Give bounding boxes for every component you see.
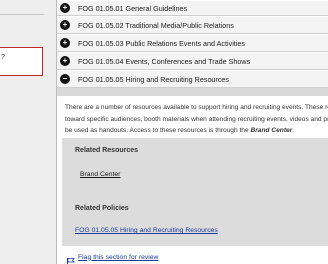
body-text: be used as handouts. Access to these res… [65,127,251,134]
flag-section-label: Flag this section for review [78,253,159,261]
accordion: + FOG 01.05.01 General Guidelines + FOG … [57,0,328,88]
section-body-text: There are a number of resources availabl… [65,102,328,137]
flag-icon [67,253,75,264]
plus-icon: + [60,38,70,48]
sidebar-selected-item[interactable]: ? [0,47,43,76]
plus-icon: + [60,20,70,30]
accordion-item-label: FOG 01.05.01 General Guidelines [78,3,188,13]
accordion-item-pr-events[interactable]: + FOG 01.05.03 Public Relations Events a… [57,34,328,52]
sidebar-item-label: ? [1,54,5,61]
policy-link[interactable]: FOG 01.05.05 Hiring and Recruiting Resou… [75,227,218,234]
body-line: toward specific audiences, booth materia… [65,115,328,123]
accordion-item-label: FOG 01.05.05 Hiring and Recruiting Resou… [78,74,230,84]
related-resources-heading: Related Resources [75,147,139,154]
flag-section-button[interactable]: Flag this section for review [67,253,159,264]
brand-center-emphasis: Brand Center [250,127,293,134]
body-line: be used as handouts. Access to these res… [65,125,328,137]
body-text: . [292,127,295,134]
accordion-item-label: FOG 01.05.03 Public Relations Events and… [78,38,245,48]
accordion-item-general-guidelines[interactable]: + FOG 01.05.01 General Guidelines [57,0,328,16]
sidebar-divider [0,14,44,15]
accordion-item-traditional-media[interactable]: + FOG 01.05.02 Traditional Media/Public … [57,16,328,34]
minus-icon: − [60,74,70,84]
plus-icon: + [60,3,70,13]
body-line: There are a number of resources availabl… [65,104,328,111]
accordion-item-events-trade-shows[interactable]: + FOG 01.05.04 Events, Conferences and T… [57,52,328,70]
brand-center-link[interactable]: Brand Center [80,171,120,178]
sidebar: ? [0,0,56,264]
accordion-item-label: FOG 01.05.02 Traditional Media/Public Re… [78,20,234,30]
related-panel: Related Resources Brand Center Related P… [62,138,328,246]
plus-icon: + [60,56,70,66]
accordion-item-label: FOG 01.05.04 Events, Conferences and Tra… [78,56,251,66]
related-policies-heading: Related Policies [75,205,129,212]
page: ? + FOG 01.05.01 General Guidelines + FO… [0,0,328,264]
accordion-item-hiring-recruiting[interactable]: − FOG 01.05.05 Hiring and Recruiting Res… [57,70,328,88]
